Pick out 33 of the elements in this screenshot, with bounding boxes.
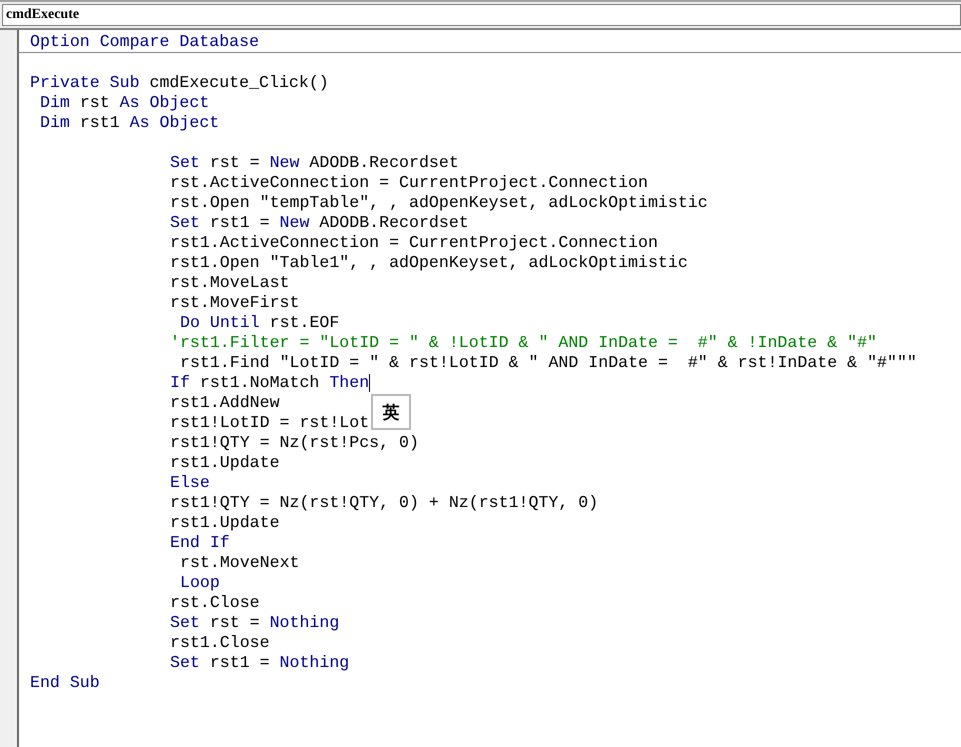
code-line: rst1.Find "LotID = " & rst!LotID & " AND InDate = #" & rst!InDate & "#""" <box>180 353 917 373</box>
input-mode-indicator: 英 <box>371 394 411 430</box>
code-line: End Sub <box>30 673 100 693</box>
code-line: rst1.Update <box>170 453 280 473</box>
code-line: Do Until rst.EOF <box>180 313 340 333</box>
code-line: Else <box>170 473 210 493</box>
code-line: rst.MoveFirst <box>170 293 300 313</box>
code-line: rst.Close <box>170 593 260 613</box>
object-dropdown[interactable]: cmdExecute <box>2 4 961 26</box>
code-line: rst1.Close <box>170 633 270 653</box>
code-line: rst1!QTY = Nz(rst!Pcs, 0) <box>170 433 419 453</box>
code-line: rst1.ActiveConnection = CurrentProject.Connection <box>170 233 658 253</box>
code-line: rst1!LotID = rst!Lot <box>170 413 370 433</box>
code-line: Dim rst As Object <box>40 93 210 113</box>
code-line: Loop <box>180 573 220 593</box>
code-line: rst1.AddNew <box>170 393 280 413</box>
code-line: rst1.Update <box>170 513 280 533</box>
code-line: rst1!QTY = Nz(rst!QTY, 0) + Nz(rst1!QTY, 0) <box>170 493 598 513</box>
code-line: Option Compare Database <box>30 32 260 52</box>
code-line: Private Sub cmdExecute_Click() <box>30 73 329 93</box>
code-line: rst.ActiveConnection = CurrentProject.Connection <box>170 173 648 193</box>
code-line: Dim rst1 As Object <box>40 113 220 133</box>
code-line: Set rst1 = Nothing <box>170 653 350 673</box>
code-line: End If <box>170 533 230 553</box>
code-line: Set rst = Nothing <box>170 613 340 633</box>
code-line: Set rst1 = New ADODB.Recordset <box>170 213 469 233</box>
code-line: rst.MoveLast <box>170 273 290 293</box>
code-line: rst.Open "tempTable", , adOpenKeyset, adLockOptimistic <box>170 193 708 213</box>
code-line: rst.MoveNext <box>180 553 300 573</box>
code-line: Set rst = New ADODB.Recordset <box>170 153 459 173</box>
code-line: rst1.Open "Table1", , adOpenKeyset, adLockOptimistic <box>170 253 688 273</box>
code-line: If rst1.NoMatch Then <box>170 373 370 393</box>
code-line: 'rst1.Filter = "LotID = " & !LotID & " AND InDate = #" & !InDate & "#" <box>170 333 878 353</box>
